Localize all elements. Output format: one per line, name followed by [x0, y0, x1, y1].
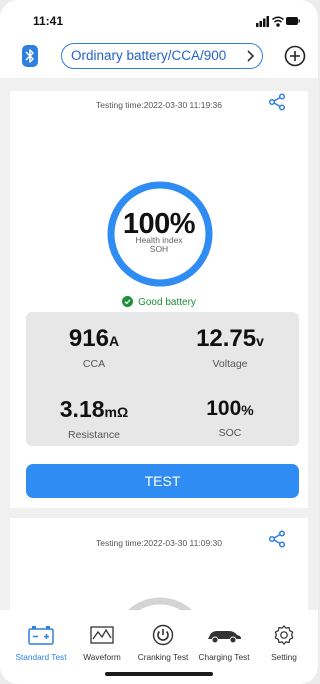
- cca-value: 916: [68, 325, 109, 352]
- tab-setting[interactable]: Setting: [253, 624, 315, 662]
- battery-status-text: Good battery: [138, 297, 196, 308]
- resistance-unit: mΩ: [104, 404, 129, 420]
- gear-icon: [274, 625, 294, 645]
- bluetooth-icon[interactable]: [22, 45, 38, 67]
- tab-cranking-test[interactable]: Cranking Test: [132, 624, 194, 662]
- tab-label: Charging Test: [198, 652, 250, 662]
- metric-soc: 100% SOC: [162, 396, 298, 439]
- share-icon[interactable]: [268, 93, 286, 111]
- battery-status: Good battery: [10, 296, 308, 308]
- tab-charging-test[interactable]: Charging Test: [193, 624, 255, 662]
- add-icon[interactable]: [284, 45, 306, 67]
- soc-unit: %: [241, 402, 254, 418]
- check-circle-icon: [122, 296, 134, 307]
- soh-label: SOH: [149, 244, 169, 254]
- metrics-panel: 916A CCA 12.75v Voltage 3.18mΩ Resistanc…: [26, 312, 299, 446]
- signal-icon: [256, 16, 269, 27]
- power-icon: [152, 624, 174, 646]
- tab-label: Standard Test: [15, 652, 67, 662]
- tab-standard-test[interactable]: Standard Test: [10, 624, 72, 662]
- testing-time: Testing time:2022-03-30 11:19:36: [95, 100, 222, 110]
- battery-type-label: Ordinary battery/CCA/900: [71, 48, 227, 63]
- metric-resistance: 3.18mΩ Resistance: [26, 396, 162, 441]
- app-header: Ordinary battery/CCA/900: [0, 38, 318, 78]
- status-icons: [256, 16, 300, 27]
- car-icon: [208, 631, 241, 644]
- battery-icon: [28, 626, 54, 645]
- voltage-value: 12.75: [196, 325, 257, 352]
- voltage-label: Voltage: [212, 358, 248, 370]
- soc-value: 100: [206, 397, 242, 420]
- chevron-right-icon: [247, 50, 255, 62]
- result-card: Testing time:2022-03-30 11:19:36 100% He…: [10, 91, 308, 508]
- metric-voltage: 12.75v Voltage: [162, 325, 298, 371]
- waveform-icon: [90, 626, 114, 644]
- status-bar: 11:41: [0, 0, 318, 38]
- home-indicator: [105, 672, 213, 676]
- resistance-value: 3.18: [59, 396, 105, 422]
- cca-label: CCA: [82, 358, 106, 370]
- testing-time-previous: Testing time:2022-03-30 11:09:30: [95, 538, 222, 548]
- tab-label: Waveform: [83, 652, 121, 662]
- battery-icon: [286, 17, 300, 25]
- voltage-unit: v: [256, 333, 264, 349]
- metric-cca: 916A CCA: [26, 325, 162, 371]
- tab-label: Setting: [271, 652, 297, 662]
- wifi-icon: [272, 16, 284, 27]
- tab-label: Cranking Test: [137, 652, 189, 662]
- app-frame: 11:41 Ordinary battery/CCA/900 Testing t…: [0, 0, 318, 684]
- battery-type-selector[interactable]: Ordinary battery/CCA/900: [61, 43, 263, 69]
- test-button[interactable]: TEST: [26, 464, 299, 498]
- resistance-label: Resistance: [68, 429, 120, 441]
- tab-waveform[interactable]: Waveform: [71, 624, 133, 662]
- status-time: 11:41: [33, 14, 64, 28]
- soc-label: SOC: [218, 427, 242, 439]
- cca-unit: A: [108, 333, 120, 349]
- share-icon[interactable]: [268, 530, 286, 548]
